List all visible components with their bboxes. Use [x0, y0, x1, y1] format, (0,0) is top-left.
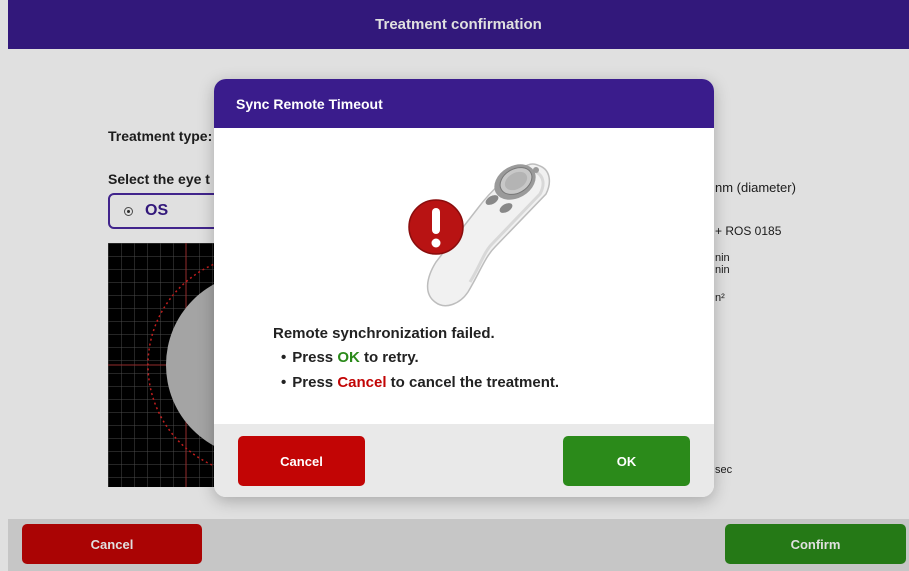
dialog-cancel-button[interactable]: Cancel — [238, 436, 365, 486]
cancel-keyword: Cancel — [337, 374, 387, 391]
dialog-message: Remote synchronization failed. — [273, 325, 495, 342]
dialog-ok-button[interactable]: OK — [563, 436, 690, 486]
dialog-footer: Cancel OK — [214, 424, 714, 497]
dialog-header: Sync Remote Timeout — [214, 79, 714, 128]
ok-keyword: OK — [337, 349, 360, 366]
dialog-body: Remote synchronization failed. • Press OK… — [214, 128, 714, 424]
retry-instruction: • Press OK to retry. — [281, 349, 419, 366]
dialog-title: Sync Remote Timeout — [236, 95, 383, 112]
sync-timeout-dialog: Sync Remote Timeout Remote synchronizati… — [214, 79, 714, 497]
cancel-instruction: • Press Cancel to cancel the treatment. — [281, 374, 560, 391]
remote-error-icon — [408, 163, 551, 307]
